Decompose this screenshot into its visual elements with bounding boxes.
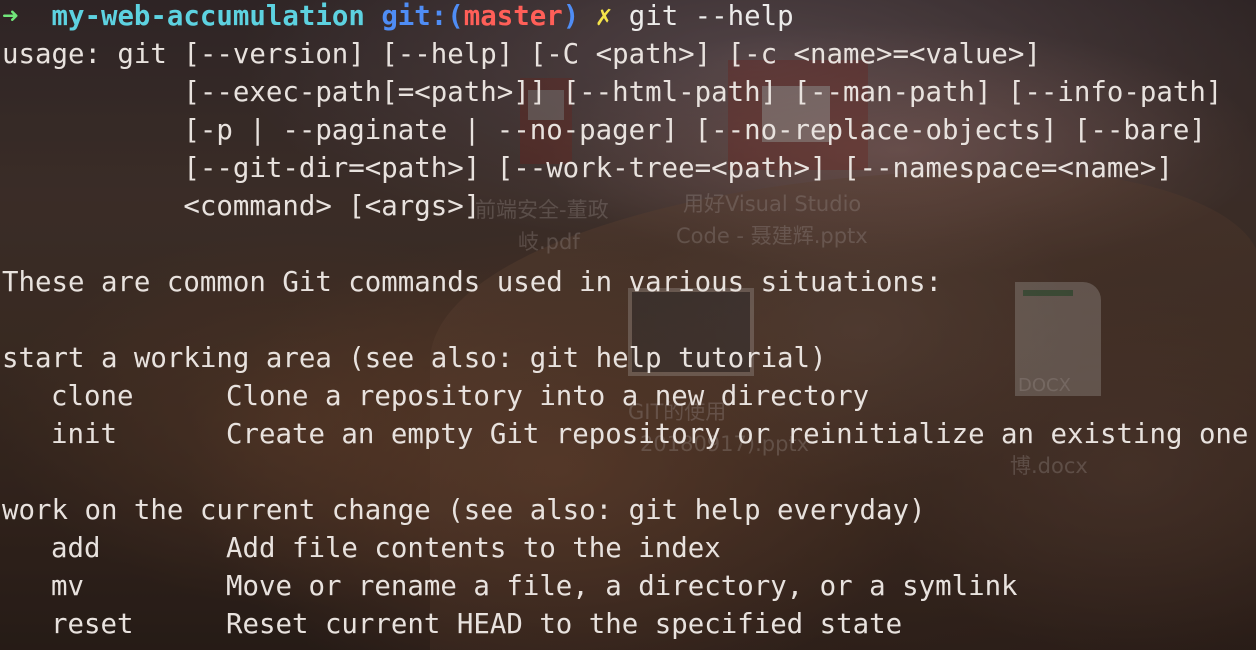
command-description: Clone a repository into a new directory: [226, 381, 870, 412]
section-heading: start a working area (see also: git help…: [2, 343, 827, 374]
section-heading: work on the current change (see also: gi…: [2, 495, 926, 526]
command-description: Create an empty Git repository or reinit…: [226, 419, 1249, 450]
command-description: Move or rename a file, a directory, or a…: [226, 571, 1018, 602]
prompt-branch: master: [463, 1, 563, 32]
prompt-arrow-icon: ➜: [2, 1, 19, 32]
usage-line: [-p | --paginate | --no-pager] [--no-rep…: [2, 115, 1206, 146]
prompt-dirty-icon: ✗: [595, 1, 613, 32]
command-name: clone: [51, 381, 134, 412]
command-name: reset: [51, 609, 134, 640]
command-name: add: [51, 533, 101, 564]
command-name: mv: [51, 571, 84, 602]
command-description: Add file contents to the index: [226, 533, 721, 564]
prompt-command: git --help: [628, 1, 794, 32]
prompt-line: ➜ my-web-accumulation git:(master) ✗ git…: [2, 0, 794, 36]
prompt-directory: my-web-accumulation: [51, 1, 365, 32]
prompt-git-close: ): [562, 1, 580, 32]
command-name: init: [51, 419, 117, 450]
command-row: reset Reset current HEAD to the specified…: [2, 606, 902, 644]
command-row: mv Move or rename a file, a directory, or…: [2, 568, 1018, 606]
command-description: Reset current HEAD to the specified stat…: [226, 609, 903, 640]
command-row: init Create an empty Git repository or re…: [2, 416, 1248, 454]
intro-text: These are common Git commands used in va…: [2, 267, 942, 298]
command-row: clone Clone a repository into a new direc…: [2, 378, 869, 416]
usage-line: [--exec-path[=<path>]] [--html-path] [--…: [2, 77, 1223, 108]
usage-line: [--git-dir=<path>] [--work-tree=<path>] …: [2, 153, 1173, 184]
usage-line: <command> [<args>]: [2, 191, 481, 222]
terminal-window[interactable]: ➜ my-web-accumulation git:(master) ✗ git…: [0, 0, 1256, 650]
command-row: add Add file contents to the index: [2, 530, 721, 568]
usage-line: usage: git [--version] [--help] [-C <pat…: [2, 39, 1041, 70]
prompt-git-label: git:(: [381, 1, 464, 32]
